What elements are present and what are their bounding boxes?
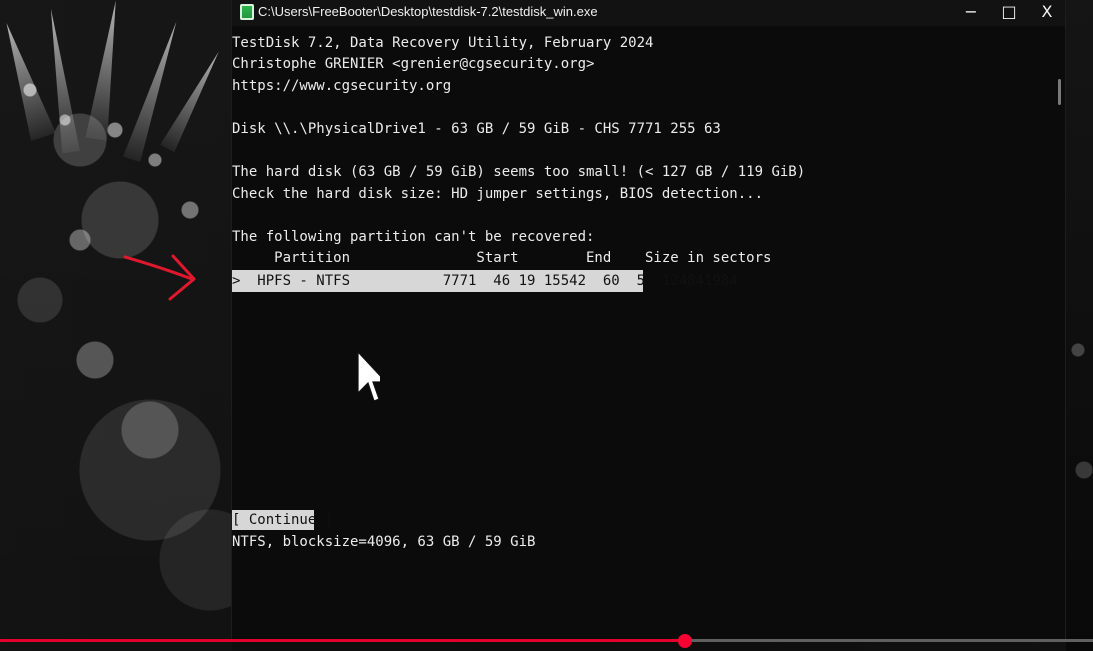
mouse-cursor-icon <box>357 350 380 402</box>
terminal-view[interactable]: TestDisk 7.2, Data Recovery Utility, Feb… <box>232 26 1065 640</box>
screenshot-page: C:\Users\FreeBooter\Desktop\testdisk-7.2… <box>0 0 1093 651</box>
testdisk-app-icon <box>240 4 254 20</box>
wallpaper-spike <box>160 48 226 153</box>
continue-button[interactable]: [ Continue ] <box>232 510 333 530</box>
video-progress-bar[interactable] <box>0 634 1093 648</box>
terminal-line: TestDisk 7.2, Data Recovery Utility, Feb… <box>232 35 654 51</box>
wallpaper-spike <box>0 19 56 141</box>
window-title: C:\Users\FreeBooter\Desktop\testdisk-7.2… <box>258 4 598 19</box>
window-titlebar[interactable]: C:\Users\FreeBooter\Desktop\testdisk-7.2… <box>232 0 1065 26</box>
terminal-line: The hard disk (63 GB / 59 GiB) seems too… <box>232 164 806 180</box>
terminal-scrollbar[interactable] <box>1058 79 1061 105</box>
terminal-line: https://www.cgsecurity.org <box>232 78 452 94</box>
video-progress-thumb[interactable] <box>678 634 692 648</box>
minimize-button[interactable]: − <box>954 1 988 23</box>
wallpaper-left <box>0 0 232 651</box>
partition-summary: NTFS, blocksize=4096, 63 GB / 59 GiB <box>232 534 536 550</box>
terminal-line: Partition Start End Size in sectors <box>232 250 772 266</box>
red-arrow-icon <box>123 254 196 301</box>
terminal-line: Check the hard disk size: HD jumper sett… <box>232 186 764 202</box>
testdisk-window: C:\Users\FreeBooter\Desktop\testdisk-7.2… <box>231 0 1066 640</box>
selected-partition-text: > HPFS - NTFS 7771 46 19 15542 60 5 1248… <box>232 273 738 289</box>
wallpaper-spike <box>85 0 126 141</box>
terminal-line: The following partition can't be recover… <box>232 229 595 245</box>
video-progress-fill <box>0 639 685 642</box>
maximize-button[interactable]: □ <box>992 1 1026 23</box>
close-button[interactable]: X <box>1030 1 1064 23</box>
terminal-line: Christophe GRENIER <grenier@cgsecurity.o… <box>232 56 595 72</box>
wallpaper-right <box>1066 0 1093 651</box>
terminal-line: Disk \\.\PhysicalDrive1 - 63 GB / 59 GiB… <box>232 121 721 137</box>
